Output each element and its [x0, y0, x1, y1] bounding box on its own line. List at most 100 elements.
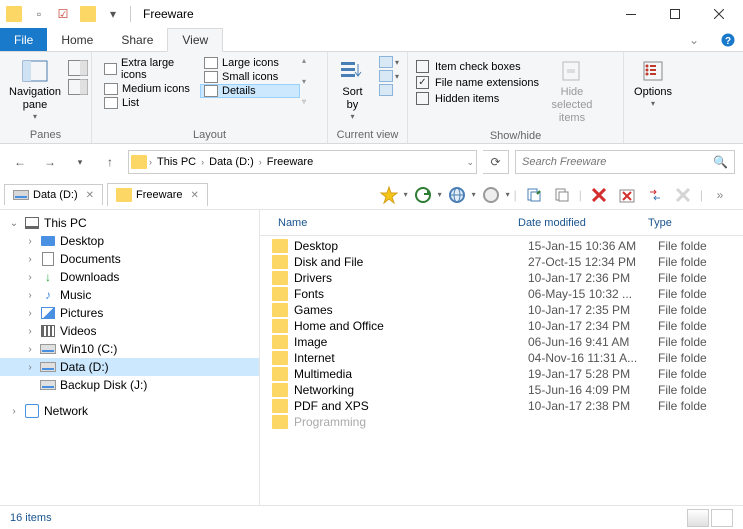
- size-columns-button[interactable]: [379, 84, 399, 96]
- column-name[interactable]: Name: [272, 217, 512, 229]
- favorites-icon[interactable]: [376, 183, 402, 207]
- dropdown-icon[interactable]: ▾: [438, 190, 442, 199]
- globe-icon[interactable]: [444, 183, 470, 207]
- nav-music[interactable]: ›♪Music: [0, 286, 259, 304]
- refresh-button[interactable]: ⟳: [483, 150, 509, 174]
- delete-box-icon[interactable]: [614, 183, 640, 207]
- delete-grey-icon[interactable]: [670, 183, 696, 207]
- layout-scroll-down-icon[interactable]: ▾: [302, 77, 306, 86]
- layout-extra-large[interactable]: Extra large icons: [100, 56, 200, 82]
- tab-home[interactable]: Home: [47, 28, 107, 51]
- nav-data[interactable]: ›Data (D:): [0, 358, 259, 376]
- nav-this-pc[interactable]: ⌄This PC: [0, 214, 259, 232]
- navigation-pane-button[interactable]: Navigation pane ▾: [8, 56, 62, 124]
- layout-large[interactable]: Large icons: [200, 56, 300, 70]
- refresh-green-icon[interactable]: [410, 183, 436, 207]
- chevron-icon[interactable]: ›: [259, 157, 262, 167]
- globe-grey-icon[interactable]: [478, 183, 504, 207]
- nav-desktop[interactable]: ›Desktop: [0, 232, 259, 250]
- file-row[interactable]: PDF and XPS 10-Jan-17 2:38 PM File folde: [260, 398, 743, 414]
- file-row[interactable]: Multimedia 19-Jan-17 5:28 PM File folde: [260, 366, 743, 382]
- file-extensions-checkbox[interactable]: ✓: [416, 76, 429, 89]
- close-tab-icon[interactable]: ✕: [190, 190, 198, 201]
- breadcrumb-data[interactable]: Data (D:): [206, 156, 257, 168]
- options-button[interactable]: Options ▾: [632, 56, 674, 111]
- nav-documents[interactable]: ›Documents: [0, 250, 259, 268]
- nav-win10[interactable]: ›Win10 (C:): [0, 340, 259, 358]
- layout-list[interactable]: List: [100, 96, 200, 110]
- details-pane-icon[interactable]: [68, 79, 88, 95]
- expand-icon[interactable]: »: [707, 183, 733, 207]
- nav-downloads[interactable]: ›↓Downloads: [0, 268, 259, 286]
- breadcrumb-this-pc[interactable]: This PC: [154, 156, 199, 168]
- group-by-button[interactable]: ▾: [379, 56, 399, 68]
- file-row[interactable]: Drivers 10-Jan-17 2:36 PM File folde: [260, 270, 743, 286]
- view-icons-button[interactable]: [711, 509, 733, 527]
- swap-icon[interactable]: [642, 183, 668, 207]
- view-details-button[interactable]: [687, 509, 709, 527]
- file-row[interactable]: Games 10-Jan-17 2:35 PM File folde: [260, 302, 743, 318]
- chevron-icon[interactable]: ›: [149, 157, 152, 167]
- layout-small[interactable]: Small icons: [200, 70, 300, 84]
- chevron-icon[interactable]: ›: [201, 157, 204, 167]
- file-row[interactable]: Networking 15-Jun-16 4:09 PM File folde: [260, 382, 743, 398]
- navigation-pane[interactable]: ⌄This PC ›Desktop ›Documents ›↓Downloads…: [0, 210, 260, 505]
- dropdown-icon[interactable]: ▾: [506, 190, 510, 199]
- close-button[interactable]: [697, 0, 741, 28]
- minimize-button[interactable]: [609, 0, 653, 28]
- up-button[interactable]: ↑: [98, 150, 122, 174]
- qa-folder-icon[interactable]: [80, 6, 96, 22]
- search-box[interactable]: 🔍: [515, 150, 735, 174]
- column-date[interactable]: Date modified: [512, 217, 642, 229]
- search-input[interactable]: [522, 156, 713, 168]
- close-tab-icon[interactable]: ✕: [86, 190, 94, 201]
- item-checkboxes-checkbox[interactable]: [416, 60, 429, 73]
- tab-view[interactable]: View: [167, 28, 223, 52]
- qa-checkmark-icon[interactable]: ☑: [52, 3, 74, 25]
- file-row[interactable]: Internet 04-Nov-16 11:31 A... File folde: [260, 350, 743, 366]
- add-columns-button[interactable]: ▾: [379, 70, 399, 82]
- address-bar[interactable]: › This PC › Data (D:) › Freeware ⌄: [128, 150, 477, 174]
- sort-by-button[interactable]: Sort by ▾: [336, 56, 369, 124]
- layout-more-icon[interactable]: ▿: [302, 97, 306, 106]
- maximize-button[interactable]: [653, 0, 697, 28]
- file-row[interactable]: Image 06-Jun-16 9:41 AM File folde: [260, 334, 743, 350]
- path-tab-freeware[interactable]: Freeware ✕: [107, 183, 208, 206]
- search-icon[interactable]: 🔍: [713, 155, 728, 169]
- nav-backup[interactable]: Backup Disk (J:): [0, 376, 259, 394]
- recent-dropdown-icon[interactable]: ▾: [68, 150, 92, 174]
- help-icon[interactable]: ?: [713, 28, 743, 51]
- layout-medium[interactable]: Medium icons: [100, 82, 200, 96]
- dropdown-icon[interactable]: ▾: [404, 190, 408, 199]
- copy-icon[interactable]: [521, 183, 547, 207]
- column-type[interactable]: Type: [642, 217, 743, 229]
- layout-details[interactable]: Details: [200, 84, 300, 98]
- file-row[interactable]: Disk and File 27-Oct-15 12:34 PM File fo…: [260, 254, 743, 270]
- breadcrumb-freeware[interactable]: Freeware: [264, 156, 316, 168]
- tab-share[interactable]: Share: [107, 28, 167, 51]
- delete-x-icon[interactable]: [586, 183, 612, 207]
- qa-dropdown-icon[interactable]: ▾: [102, 3, 124, 25]
- file-row[interactable]: Programming: [260, 414, 743, 430]
- back-button[interactable]: ←: [8, 150, 32, 174]
- tab-file[interactable]: File: [0, 28, 47, 51]
- file-list[interactable]: Desktop 15-Jan-15 10:36 AM File folde Di…: [260, 236, 743, 505]
- ribbon-expand-icon[interactable]: ⌄: [675, 28, 713, 51]
- hide-selected-button[interactable]: Hide selected items: [545, 56, 599, 128]
- path-tab-data[interactable]: Data (D:) ✕: [4, 184, 103, 205]
- folder-icon: [272, 319, 288, 333]
- duplicate-icon[interactable]: [549, 183, 575, 207]
- layout-scroll-up-icon[interactable]: ▴: [302, 56, 306, 65]
- qa-properties-icon[interactable]: ▫: [28, 3, 50, 25]
- preview-pane-icon[interactable]: [68, 60, 88, 76]
- hidden-items-checkbox[interactable]: [416, 92, 429, 105]
- nav-network[interactable]: ›Network: [0, 402, 259, 420]
- nav-videos[interactable]: ›Videos: [0, 322, 259, 340]
- file-row[interactable]: Desktop 15-Jan-15 10:36 AM File folde: [260, 238, 743, 254]
- nav-pictures[interactable]: ›Pictures: [0, 304, 259, 322]
- file-row[interactable]: Fonts 06-May-15 10:32 ... File folde: [260, 286, 743, 302]
- address-dropdown-icon[interactable]: ⌄: [466, 157, 474, 168]
- forward-button[interactable]: →: [38, 150, 62, 174]
- file-row[interactable]: Home and Office 10-Jan-17 2:34 PM File f…: [260, 318, 743, 334]
- dropdown-icon[interactable]: ▾: [472, 190, 476, 199]
